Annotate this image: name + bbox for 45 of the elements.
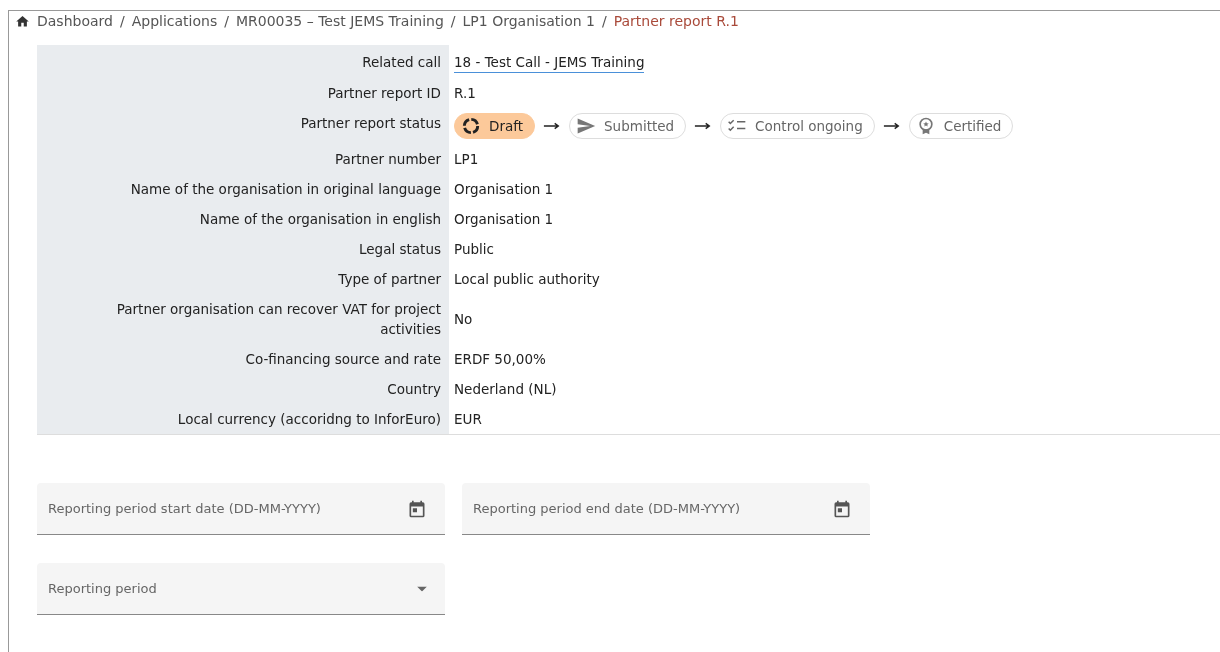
breadcrumb-link[interactable]: Dashboard: [37, 13, 113, 29]
field-value: ERDF 50,00%: [454, 350, 546, 369]
input-field[interactable]: Reporting period start date (DD-MM-YYYY): [37, 483, 445, 535]
arrow-icon: [543, 121, 562, 131]
circle-icon: [461, 116, 481, 136]
field-label: Co-financing source and rate: [37, 344, 449, 374]
breadcrumb-separator: /: [119, 13, 125, 29]
arrow-icon: [694, 121, 713, 131]
field-value: Nederland (NL): [454, 380, 557, 399]
field-value: No: [454, 310, 473, 329]
field-value: EUR: [454, 410, 482, 429]
field-label: Partner organisation can recover VAT for project activities: [37, 294, 449, 344]
breadcrumb-link[interactable]: LP1 Organisation 1: [462, 13, 595, 29]
home-icon[interactable]: [15, 13, 30, 29]
calendar-icon[interactable]: [832, 499, 852, 519]
field-value: LP1: [454, 150, 479, 169]
field-label: Partner report status: [37, 108, 449, 144]
input-field[interactable]: Reporting period: [37, 563, 445, 615]
breadcrumb-link[interactable]: Partner report R.1: [613, 13, 739, 29]
breadcrumb-separator: /: [450, 13, 456, 29]
field-label: Partner report ID: [37, 78, 449, 108]
field-label: Local currency (accoridng to InforEuro): [37, 404, 449, 434]
breadcrumb-link[interactable]: Applications: [131, 13, 218, 29]
field-value: Local public authority: [454, 270, 600, 289]
field-label: Type of partner: [37, 264, 449, 294]
status-chip: Draft: [454, 113, 536, 139]
field-value: Organisation 1: [454, 180, 554, 199]
field-value: R.1: [454, 84, 476, 103]
call-link[interactable]: 18 - Test Call - JEMS Training: [454, 52, 645, 73]
dropdown-caret-icon[interactable]: [417, 586, 427, 592]
field-label: Name of the organisation in original language: [37, 174, 449, 204]
input-field[interactable]: Reporting period end date (DD-MM-YYYY): [462, 483, 870, 535]
breadcrumb-separator: /: [224, 13, 229, 29]
arrow-icon: [882, 121, 901, 131]
field-label: Related call: [37, 45, 449, 78]
breadcrumb-separator: /: [601, 13, 607, 29]
field-label: Partner number: [37, 144, 449, 174]
calendar-icon[interactable]: [407, 499, 427, 519]
field-value: Public: [454, 240, 494, 259]
send-icon: [576, 116, 597, 136]
field-value: Organisation 1: [454, 210, 554, 229]
field-label: Legal status: [37, 234, 449, 264]
breadcrumb-link[interactable]: MR00035 – Test JEMS Training: [235, 13, 444, 29]
field-label: Name of the organisation in english: [37, 204, 449, 234]
field-label: Country: [37, 374, 449, 404]
